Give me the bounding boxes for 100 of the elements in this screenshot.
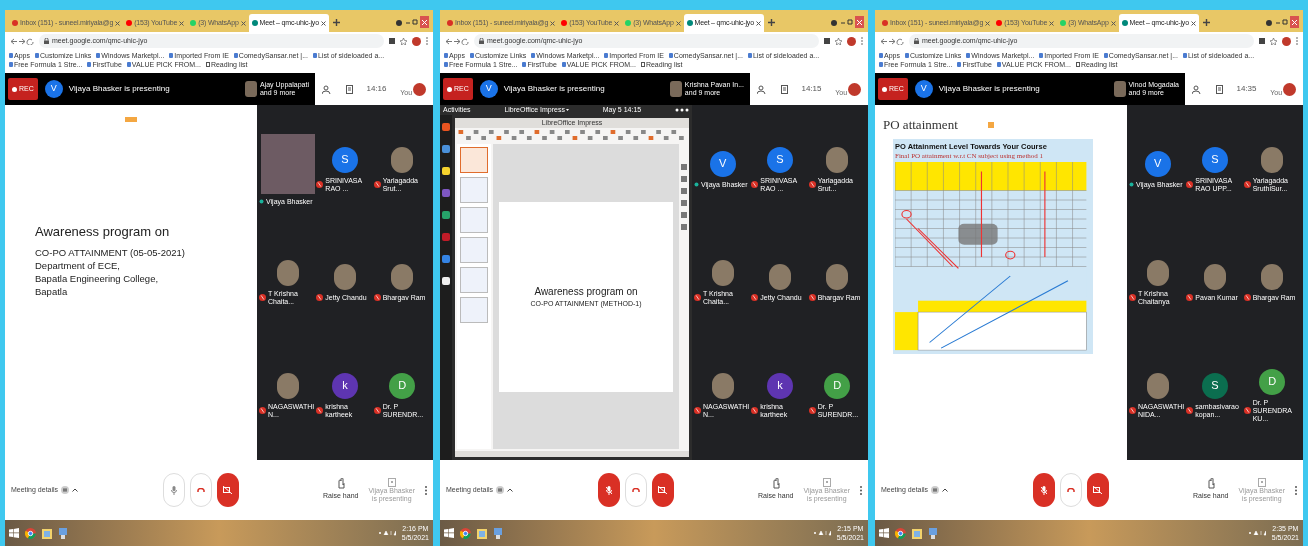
new-tab-icon[interactable] <box>1202 19 1210 26</box>
browser-taskbar-icon[interactable] <box>460 527 471 539</box>
start-button-icon[interactable] <box>879 528 889 538</box>
participant-avatar <box>826 146 849 173</box>
participant-avatar: k <box>767 372 793 399</box>
close-icon[interactable] <box>1110 20 1116 26</box>
user-avatar[interactable] <box>1283 82 1297 96</box>
people-icon[interactable] <box>1191 84 1202 94</box>
participant-avatar <box>276 372 299 399</box>
close-icon[interactable] <box>1049 20 1055 26</box>
hand-icon <box>1206 478 1215 490</box>
close-icon[interactable] <box>179 20 185 26</box>
app-taskbar-icon[interactable] <box>58 527 68 539</box>
browser-taskbar-icon[interactable] <box>25 527 36 539</box>
close-icon[interactable] <box>115 20 121 26</box>
folder-taskbar-icon[interactable] <box>912 527 922 539</box>
present-screen-icon <box>822 477 831 487</box>
slide-thumbnail[interactable] <box>460 297 488 323</box>
slide-text-line: Bapatla Engineering College, <box>35 271 160 285</box>
present-screen-icon <box>387 477 396 487</box>
participant-avatar: D <box>1259 368 1286 395</box>
user-avatar[interactable] <box>848 82 862 96</box>
participant-avatar: V <box>1144 150 1171 177</box>
presenter-avatar: V <box>479 80 498 98</box>
star-icon[interactable] <box>400 37 407 45</box>
participant-avatar: S <box>1202 146 1228 173</box>
people-icon[interactable] <box>321 84 332 94</box>
chat-icon[interactable] <box>345 84 353 94</box>
browser-taskbar-icon[interactable] <box>895 527 906 539</box>
presenting-label: Vijaya Bhasker is presenting <box>938 83 1040 95</box>
phone-icon <box>631 487 640 493</box>
window-controls-icon[interactable] <box>830 16 864 28</box>
folder-taskbar-icon[interactable] <box>477 527 487 539</box>
app-taskbar-icon[interactable] <box>928 527 938 539</box>
close-icon[interactable] <box>320 20 326 26</box>
participant-avatar <box>711 372 734 399</box>
slide-thumbnail[interactable] <box>460 207 488 233</box>
info-icon <box>61 486 70 494</box>
participant-avatar <box>391 146 414 173</box>
navigation-icon[interactable] <box>10 37 34 45</box>
reading-list-icon <box>205 62 210 67</box>
close-icon[interactable] <box>985 20 991 26</box>
window-controls-icon[interactable] <box>395 16 429 28</box>
close-icon[interactable] <box>755 20 761 26</box>
hand-icon <box>771 478 780 490</box>
participant-thumbnail <box>244 81 257 97</box>
slide-thumbnail[interactable] <box>460 177 488 203</box>
start-button-icon[interactable] <box>444 528 454 538</box>
participant-avatar <box>769 263 791 290</box>
start-button-icon[interactable] <box>9 528 19 538</box>
participant-thumbnail <box>1113 81 1126 97</box>
microphone-icon <box>170 485 177 495</box>
bookmark-icon <box>126 62 131 67</box>
lock-icon <box>914 38 919 44</box>
microphone-button[interactable] <box>597 473 620 507</box>
muted-mic-icon <box>1040 485 1047 495</box>
window-controls-icon[interactable] <box>1265 16 1299 28</box>
participant-avatar: D <box>389 372 416 399</box>
new-tab-icon[interactable] <box>767 19 775 26</box>
app-taskbar-icon[interactable] <box>493 527 503 539</box>
hang-up-button[interactable] <box>189 473 212 507</box>
hang-up-button[interactable] <box>624 473 647 507</box>
caret-icon <box>507 488 514 492</box>
slide-text-line: Department of ECE, <box>35 258 121 272</box>
profile-avatar[interactable] <box>412 36 421 46</box>
navigation-icon[interactable] <box>445 37 469 45</box>
camera-button[interactable] <box>651 473 674 507</box>
slide-text-line: Bapatla <box>35 284 69 298</box>
close-icon[interactable] <box>550 20 556 26</box>
slide-thumbnail[interactable] <box>460 267 488 293</box>
chat-icon[interactable] <box>780 84 788 94</box>
new-tab-icon[interactable] <box>332 19 340 26</box>
user-avatar[interactable] <box>413 82 427 96</box>
close-icon[interactable] <box>240 20 246 26</box>
close-icon[interactable] <box>614 20 620 26</box>
close-icon[interactable] <box>675 20 681 26</box>
presenting-label: Vijaya Bhasker is presenting <box>68 83 170 95</box>
info-icon <box>931 486 940 494</box>
system-tray-icon <box>377 530 396 536</box>
phone-icon <box>196 487 205 493</box>
bookmark-icon <box>312 53 317 58</box>
reading-list-icon <box>1075 62 1080 67</box>
microphone-button[interactable] <box>1032 473 1055 507</box>
chat-icon[interactable] <box>1215 84 1223 94</box>
participant-avatar: S <box>332 146 358 173</box>
camera-button[interactable] <box>216 473 239 507</box>
slide-thumbnail[interactable] <box>460 147 488 173</box>
folder-taskbar-icon[interactable] <box>42 527 52 539</box>
star-icon[interactable] <box>1270 37 1277 45</box>
star-icon[interactable] <box>835 37 842 45</box>
people-icon[interactable] <box>756 84 767 94</box>
navigation-icon[interactable] <box>880 37 904 45</box>
camera-button[interactable] <box>1086 473 1109 507</box>
close-icon[interactable] <box>1190 20 1196 26</box>
slide-thumbnail[interactable] <box>460 237 488 263</box>
profile-avatar[interactable] <box>847 36 856 46</box>
reading-list-icon <box>640 62 645 67</box>
profile-avatar[interactable] <box>1282 36 1291 46</box>
slide-marker-icon <box>987 121 994 128</box>
hang-up-button[interactable] <box>1059 473 1082 507</box>
